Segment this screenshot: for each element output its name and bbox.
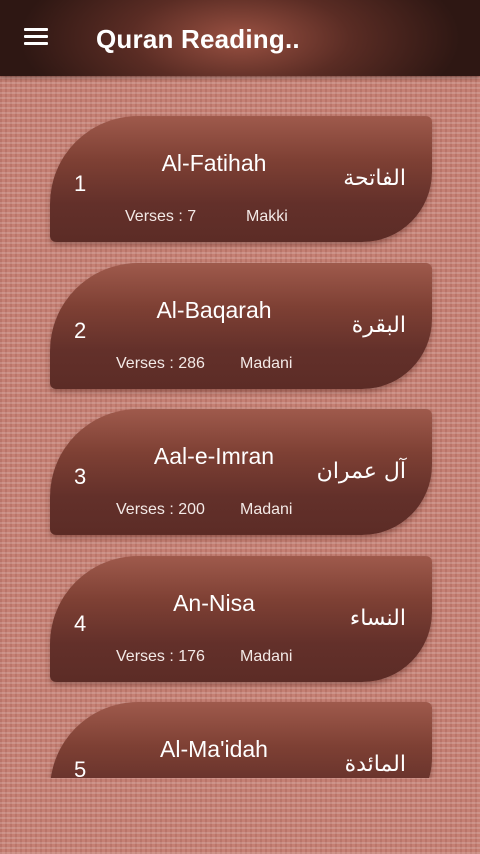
surah-verses: Verses : 200 [116, 501, 205, 518]
app-bar: Quran Reading.. [0, 0, 480, 76]
surah-list[interactable]: 1 Al-Fatihah الفاتحة Verses : 7 Makki 2 … [0, 76, 480, 778]
surah-revelation-type: Madani [240, 648, 293, 665]
surah-revelation-type: Madani [240, 355, 293, 372]
surah-arabic-name: البقرة [351, 313, 406, 338]
surah-arabic-name: الفاتحة [343, 166, 406, 191]
surah-card-5[interactable]: 5 Al-Ma'idah المائدة [50, 702, 432, 778]
surah-revelation-type: Makki [246, 208, 288, 225]
menu-icon-line [24, 42, 48, 45]
app-title: Quran Reading.. [96, 24, 300, 54]
surah-revelation-type: Madani [240, 501, 293, 518]
surah-name: Al-Ma'idah [160, 736, 268, 762]
menu-icon-line [24, 35, 48, 38]
menu-icon[interactable] [22, 26, 50, 50]
surah-arabic-name: النساء [349, 606, 406, 631]
surah-card-1[interactable]: 1 Al-Fatihah الفاتحة Verses : 7 Makki [50, 116, 432, 242]
surah-verses: Verses : 7 [125, 208, 197, 225]
surah-name: Al-Fatihah [161, 150, 267, 176]
menu-icon-line [24, 28, 48, 31]
surah-card-2[interactable]: 2 Al-Baqarah البقرة Verses : 286 Madani [50, 263, 432, 389]
surah-card-4[interactable]: 4 An-Nisa النساء Verses : 176 Madani [50, 556, 432, 682]
surah-arabic-name: آل عمران [316, 459, 406, 484]
surah-verses: Verses : 176 [116, 648, 205, 665]
surah-name: An-Nisa [173, 590, 255, 616]
surah-verses: Verses : 286 [116, 355, 205, 372]
surah-arabic-name: المائدة [344, 752, 406, 777]
surah-card-3[interactable]: 3 Aal-e-Imran آل عمران Verses : 200 Mada… [50, 409, 432, 535]
surah-name: Al-Baqarah [156, 297, 272, 323]
